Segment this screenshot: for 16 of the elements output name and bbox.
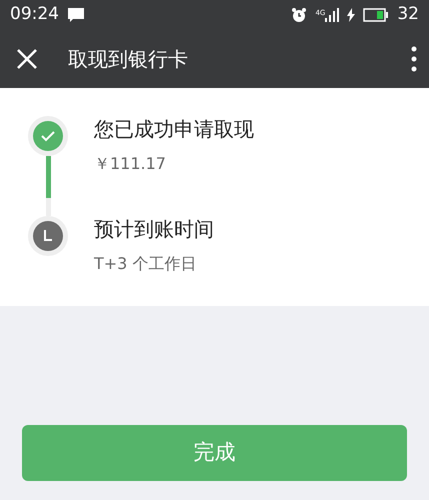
- step-title: 预计到账时间: [94, 216, 214, 243]
- more-options-button[interactable]: [411, 46, 417, 72]
- step-title: 您已成功申请取现: [94, 116, 254, 143]
- step-detail: ￥111.17: [94, 153, 167, 175]
- battery-icon: [363, 8, 390, 22]
- page-title: 取现到银行卡: [68, 46, 188, 73]
- close-button[interactable]: [16, 48, 38, 70]
- charging-icon: [347, 8, 356, 22]
- signal-icon: [325, 8, 340, 22]
- status-time: 09:24: [10, 3, 59, 26]
- message-icon: [67, 7, 85, 23]
- step-detail: T+3 个工作日: [94, 253, 198, 275]
- progress-connector: [46, 156, 50, 216]
- alarm-clock-icon: [291, 7, 308, 23]
- done-button[interactable]: 完成: [22, 425, 407, 481]
- battery-percent: 32: [397, 3, 419, 26]
